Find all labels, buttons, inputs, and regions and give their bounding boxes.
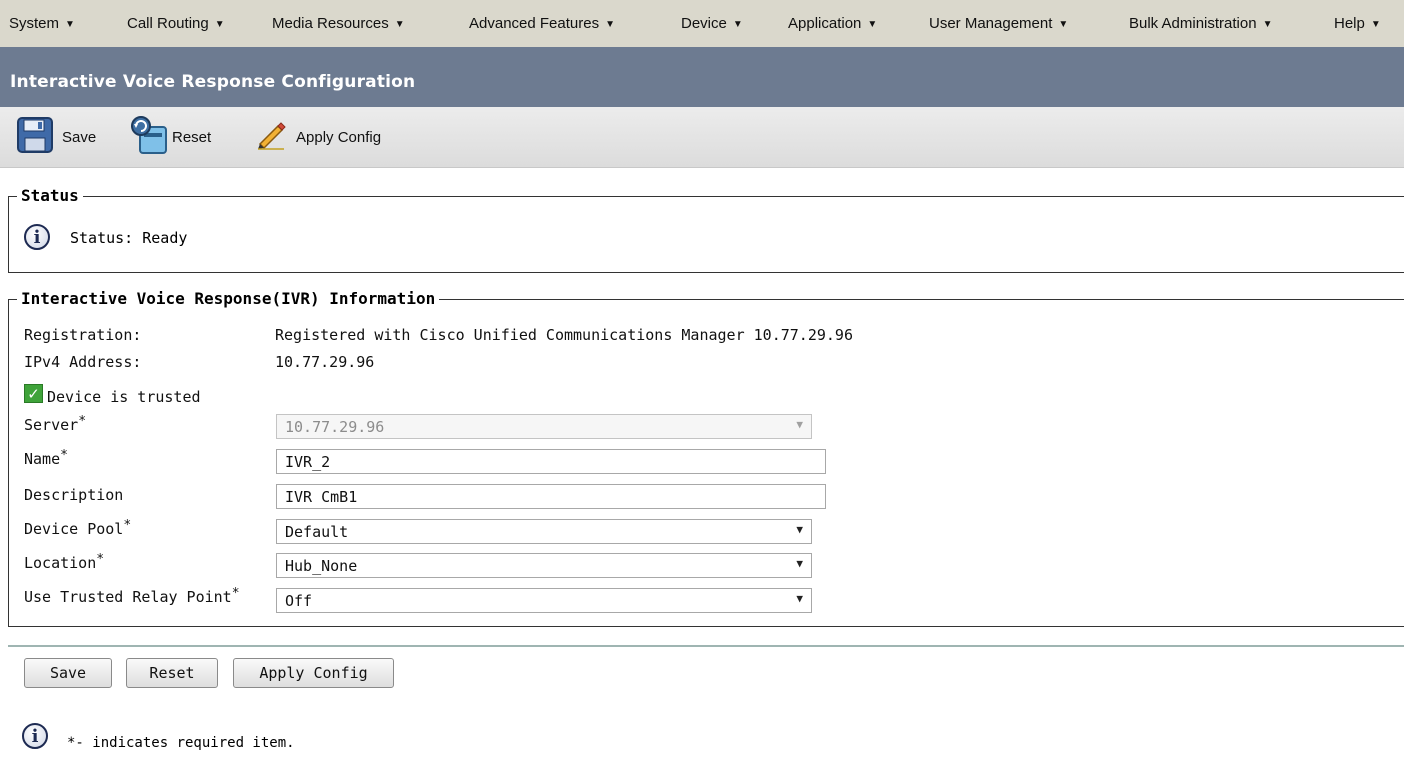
menu-media-resources[interactable]: Media Resources ▼ <box>272 15 405 32</box>
required-note: *- indicates required item. <box>67 735 295 751</box>
page-title: Interactive Voice Response Configuration <box>10 72 416 92</box>
description-value: IVR CmB1 <box>285 488 358 506</box>
chevron-down-icon: ▼ <box>1262 19 1273 30</box>
device-pool-value: Default <box>285 523 349 541</box>
name-label-text: Name <box>24 450 61 468</box>
menu-label: System <box>9 15 60 32</box>
apply-config-button[interactable]: Apply Config <box>233 658 394 688</box>
required-mark: * <box>231 586 240 601</box>
chevron-down-icon: ▼ <box>394 19 405 30</box>
menu-bulk-administration[interactable]: Bulk Administration ▼ <box>1129 15 1272 32</box>
chevron-down-icon: ▼ <box>1058 19 1069 30</box>
toolbar: Save Reset Apply Config <box>0 107 1404 168</box>
chevron-down-icon: ▼ <box>796 418 803 431</box>
info-icon: i <box>24 224 50 250</box>
toolbar-reset-button[interactable]: Reset <box>128 107 211 167</box>
toolbar-save-label: Save <box>62 128 97 146</box>
server-label-text: Server <box>24 416 79 434</box>
check-icon: ✓ <box>24 384 43 403</box>
name-input[interactable]: IVR_2 <box>276 449 826 474</box>
menu-label: Bulk Administration <box>1129 15 1257 32</box>
menu-help[interactable]: Help ▼ <box>1334 15 1381 32</box>
location-label: Location* <box>24 552 105 572</box>
description-input[interactable]: IVR CmB1 <box>276 484 826 509</box>
chevron-down-icon: ▼ <box>796 523 803 536</box>
registration-value: Registered with Cisco Unified Communicat… <box>275 326 853 344</box>
chevron-down-icon: ▼ <box>605 19 615 30</box>
device-pool-label-text: Device Pool <box>24 520 124 538</box>
chevron-down-icon: ▼ <box>796 592 803 605</box>
menu-label: Media Resources <box>272 15 389 32</box>
section-border <box>9 196 1404 197</box>
chevron-down-icon: ▼ <box>867 19 878 30</box>
chevron-down-icon: ▼ <box>214 19 225 30</box>
reset-button[interactable]: Reset <box>126 658 218 688</box>
server-label: Server* <box>24 414 87 434</box>
ipv4-address-value: 10.77.29.96 <box>275 353 375 371</box>
pencil-icon <box>256 120 288 154</box>
name-label: Name* <box>24 448 68 468</box>
main-menu-bar: System ▼ Call Routing ▼ Media Resources ▼ A… <box>0 0 1404 48</box>
toolbar-save-button[interactable]: Save <box>16 107 96 167</box>
menu-call-routing[interactable]: Call Routing ▼ <box>127 15 225 32</box>
menu-label: Device <box>681 15 727 32</box>
ivr-information-legend: Interactive Voice Response(IVR) Informat… <box>17 289 440 308</box>
required-mark: * <box>123 518 132 533</box>
required-mark: * <box>60 448 68 463</box>
menu-label: Help <box>1334 15 1365 32</box>
chevron-down-icon: ▼ <box>65 19 75 30</box>
chevron-down-icon: ▼ <box>732 19 743 30</box>
floppy-disk-icon <box>16 116 54 158</box>
toolbar-apply-config-button[interactable]: Apply Config <box>256 107 381 167</box>
device-pool-label: Device Pool* <box>24 518 132 538</box>
server-select: 10.77.29.96 ▼ <box>276 414 812 439</box>
location-value: Hub_None <box>285 557 358 575</box>
server-value: 10.77.29.96 <box>285 418 385 436</box>
toolbar-apply-config-label: Apply Config <box>296 128 382 146</box>
location-select[interactable]: Hub_None ▼ <box>276 553 812 578</box>
status-text: Status: Ready <box>70 229 188 247</box>
chevron-down-icon: ▼ <box>796 557 803 570</box>
menu-device[interactable]: Device ▼ <box>681 15 743 32</box>
status-section: Status i Status: Ready <box>8 186 1404 273</box>
description-label: Description <box>24 486 124 504</box>
info-icon: i <box>22 723 48 749</box>
required-mark: * <box>96 552 105 567</box>
chevron-down-icon: ▼ <box>1370 19 1381 30</box>
trusted-relay-point-label-text: Use Trusted Relay Point <box>24 588 232 606</box>
device-trusted-label: Device is trusted <box>47 388 201 406</box>
menu-label: Call Routing <box>127 15 209 32</box>
menu-label: Advanced Features <box>469 15 600 32</box>
ipv4-address-label: IPv4 Address: <box>24 353 142 371</box>
registration-label: Registration: <box>24 326 142 344</box>
toolbar-reset-label: Reset <box>172 128 212 146</box>
menu-system[interactable]: System ▼ <box>9 15 75 32</box>
menu-application[interactable]: Application ▼ <box>788 15 877 32</box>
menu-advanced-features[interactable]: Advanced Features ▼ <box>469 15 615 32</box>
trusted-relay-point-value: Off <box>285 592 313 610</box>
menu-user-management[interactable]: User Management ▼ <box>929 15 1068 32</box>
reset-icon <box>128 115 170 159</box>
trusted-relay-point-select[interactable]: Off ▼ <box>276 588 812 613</box>
trusted-relay-point-label: Use Trusted Relay Point* <box>24 586 240 606</box>
title-bar: Interactive Voice Response Configuration <box>0 47 1404 107</box>
location-label-text: Location <box>24 554 97 572</box>
menu-label: Application <box>788 15 862 32</box>
required-mark: * <box>78 414 87 429</box>
divider <box>8 645 1404 647</box>
save-button[interactable]: Save <box>24 658 112 688</box>
menu-label: User Management <box>929 15 1053 32</box>
name-value: IVR_2 <box>285 453 331 471</box>
device-pool-select[interactable]: Default ▼ <box>276 519 812 544</box>
status-legend: Status <box>17 186 83 205</box>
